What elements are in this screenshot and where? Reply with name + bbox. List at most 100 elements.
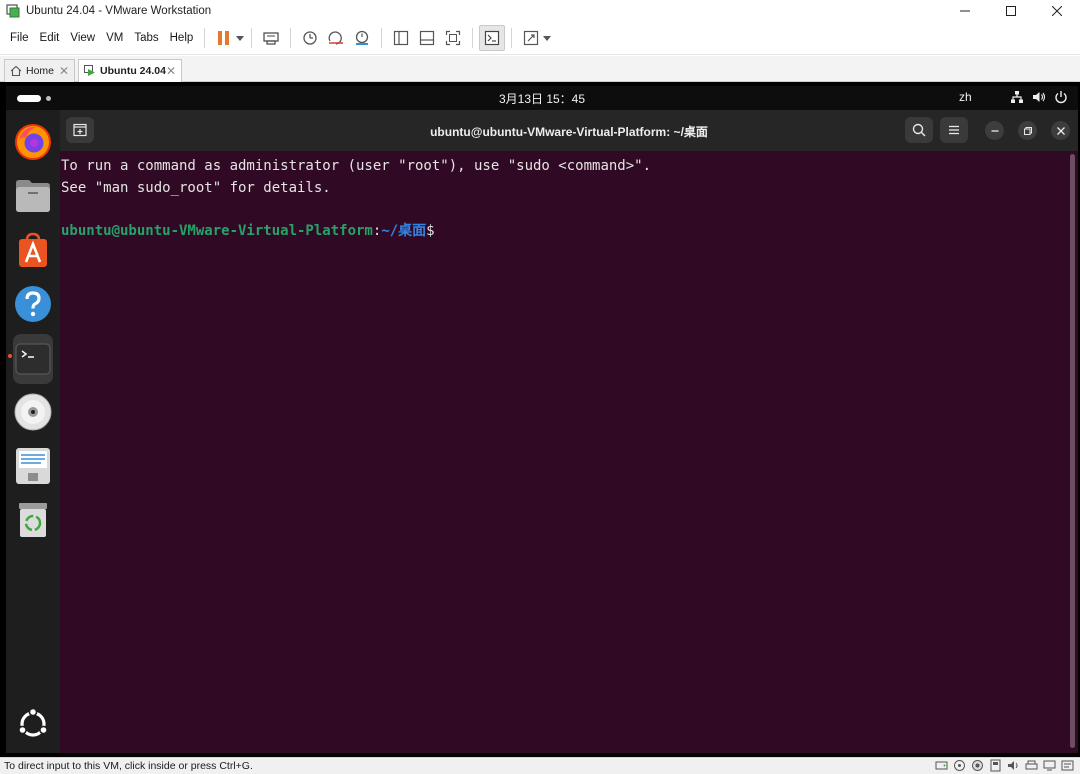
network-adapter-icon[interactable] bbox=[971, 759, 984, 772]
menu-tabs[interactable]: Tabs bbox=[129, 32, 163, 44]
menu-toolbar: File Edit View VM Tabs Help bbox=[0, 22, 1080, 55]
dock-help[interactable] bbox=[13, 282, 53, 326]
revert-snapshot-button[interactable] bbox=[323, 25, 349, 51]
dock-files[interactable] bbox=[13, 174, 53, 218]
show-apps-button[interactable] bbox=[13, 702, 53, 746]
tab-label: Home bbox=[26, 65, 55, 77]
active-app-indicator bbox=[8, 354, 12, 358]
hamburger-menu-icon bbox=[949, 125, 959, 135]
close-icon bbox=[1056, 126, 1065, 135]
full-screen-button[interactable] bbox=[440, 25, 466, 51]
menu-help[interactable]: Help bbox=[165, 32, 199, 44]
dock-app-center[interactable] bbox=[13, 228, 53, 272]
menu-view[interactable]: View bbox=[65, 32, 100, 44]
dock-terminal[interactable] bbox=[13, 334, 53, 384]
fullscreen-icon bbox=[446, 30, 461, 46]
minimize-terminal-button[interactable] bbox=[985, 121, 1004, 140]
vm-display[interactable]: 3月13日 15：45 zh ubuntu@ubuntu-VMware-Virt… bbox=[0, 82, 1080, 757]
tab-strip: Home ✕ Ubuntu 24.04 ✕ bbox=[0, 56, 1080, 82]
restore-terminal-button[interactable] bbox=[1018, 121, 1037, 140]
send-ctrl-alt-del-button[interactable] bbox=[258, 25, 284, 51]
close-terminal-button[interactable] bbox=[1051, 121, 1070, 140]
keyboard-icon bbox=[263, 32, 279, 45]
cd-dvd-icon[interactable] bbox=[953, 759, 966, 772]
tab-close-icon[interactable]: ✕ bbox=[59, 64, 69, 78]
vmware-app-icon bbox=[6, 4, 20, 18]
display-icon[interactable] bbox=[1043, 759, 1056, 772]
dock-trash[interactable] bbox=[13, 498, 53, 542]
tab-label: Ubuntu 24.04 bbox=[100, 65, 166, 77]
chevron-down-icon bbox=[236, 35, 245, 41]
chevron-down-icon bbox=[543, 35, 552, 41]
firefox-icon bbox=[15, 124, 51, 160]
tab-close-icon[interactable]: ✕ bbox=[166, 64, 176, 78]
toolbar-separator bbox=[251, 28, 253, 48]
tab-home[interactable]: Home ✕ bbox=[4, 59, 75, 82]
stretch-dropdown[interactable] bbox=[542, 35, 552, 41]
close-window-button[interactable] bbox=[1034, 0, 1080, 22]
restore-icon bbox=[1023, 126, 1032, 135]
show-thumbnail-bar-button[interactable] bbox=[414, 25, 440, 51]
terminal-line: See "man sudo_root" for details. bbox=[61, 179, 331, 196]
toolbar-separator bbox=[511, 28, 513, 48]
minimize-icon bbox=[960, 10, 970, 12]
snapshot-icon bbox=[303, 31, 317, 45]
dock-disc[interactable] bbox=[13, 390, 53, 434]
snapshot-manager-button[interactable] bbox=[349, 25, 375, 51]
sound-card-icon[interactable] bbox=[1007, 759, 1020, 772]
terminal-scrollbar[interactable] bbox=[1070, 154, 1075, 748]
terminal-line: To run a command as administrator (user … bbox=[61, 158, 652, 174]
minimize-icon bbox=[991, 129, 998, 132]
help-icon bbox=[15, 286, 51, 322]
usb-controller-icon[interactable] bbox=[989, 759, 1002, 772]
snapshot-button[interactable] bbox=[297, 25, 323, 51]
tab-ubuntu-vm[interactable]: Ubuntu 24.04 ✕ bbox=[78, 59, 182, 82]
power-icon bbox=[1055, 91, 1067, 104]
app-center-icon bbox=[19, 232, 47, 267]
minimize-button[interactable] bbox=[942, 0, 988, 22]
suspend-button[interactable] bbox=[211, 25, 237, 51]
show-library-button[interactable] bbox=[388, 25, 414, 51]
terminal-icon bbox=[15, 343, 51, 375]
input-method-indicator[interactable]: zh bbox=[959, 90, 972, 104]
terminal-headerbar[interactable]: ubuntu@ubuntu-VMware-Virtual-Platform: ~… bbox=[60, 110, 1078, 151]
search-button[interactable] bbox=[905, 117, 933, 143]
dock-firefox[interactable] bbox=[13, 120, 53, 164]
menu-button[interactable] bbox=[940, 117, 968, 143]
terminal-window[interactable]: ubuntu@ubuntu-VMware-Virtual-Platform: ~… bbox=[60, 110, 1078, 753]
volume-icon bbox=[1033, 92, 1046, 102]
printer-icon[interactable] bbox=[1025, 759, 1038, 772]
prompt-symbol: $ bbox=[426, 222, 435, 239]
menu-vm[interactable]: VM bbox=[101, 32, 128, 44]
home-icon bbox=[10, 65, 22, 77]
message-log-icon[interactable] bbox=[1061, 759, 1074, 772]
stretch-icon bbox=[524, 30, 539, 46]
maximize-button[interactable] bbox=[988, 0, 1034, 22]
hard-disk-icon[interactable] bbox=[935, 759, 948, 772]
terminal-output[interactable]: To run a command as administrator (user … bbox=[61, 156, 1061, 242]
ubuntu-logo-icon bbox=[18, 707, 48, 737]
revert-icon bbox=[328, 31, 344, 45]
toolbar-separator bbox=[290, 28, 292, 48]
maximize-icon bbox=[1006, 6, 1016, 16]
prompt-user-host: ubuntu@ubuntu-VMware-Virtual-Platform bbox=[61, 222, 373, 239]
network-icon bbox=[1011, 91, 1023, 103]
prompt-path: ~/桌面 bbox=[381, 222, 427, 239]
menu-file[interactable]: File bbox=[5, 32, 34, 44]
thumbnail-bar-icon bbox=[420, 30, 435, 46]
system-tray[interactable] bbox=[1010, 90, 1068, 104]
console-view-button[interactable] bbox=[479, 25, 506, 51]
terminal-prompt[interactable]: ubuntu@ubuntu-VMware-Virtual-Platform:~/… bbox=[61, 221, 1061, 243]
stretch-guest-button[interactable] bbox=[518, 25, 544, 51]
guest-desktop[interactable]: 3月13日 15：45 zh ubuntu@ubuntu-VMware-Virt… bbox=[6, 86, 1078, 753]
snapshot-manager-icon bbox=[356, 30, 369, 45]
power-dropdown[interactable] bbox=[235, 35, 245, 41]
menu-edit[interactable]: Edit bbox=[35, 32, 65, 44]
close-icon bbox=[1052, 6, 1062, 16]
clock[interactable]: 3月13日 15：45 bbox=[6, 90, 1078, 107]
console-icon bbox=[485, 30, 500, 46]
toolbar-separator bbox=[472, 28, 474, 48]
dock-text-editor[interactable] bbox=[13, 444, 53, 488]
toolbar-separator bbox=[381, 28, 383, 48]
text-editor-icon bbox=[16, 448, 50, 484]
